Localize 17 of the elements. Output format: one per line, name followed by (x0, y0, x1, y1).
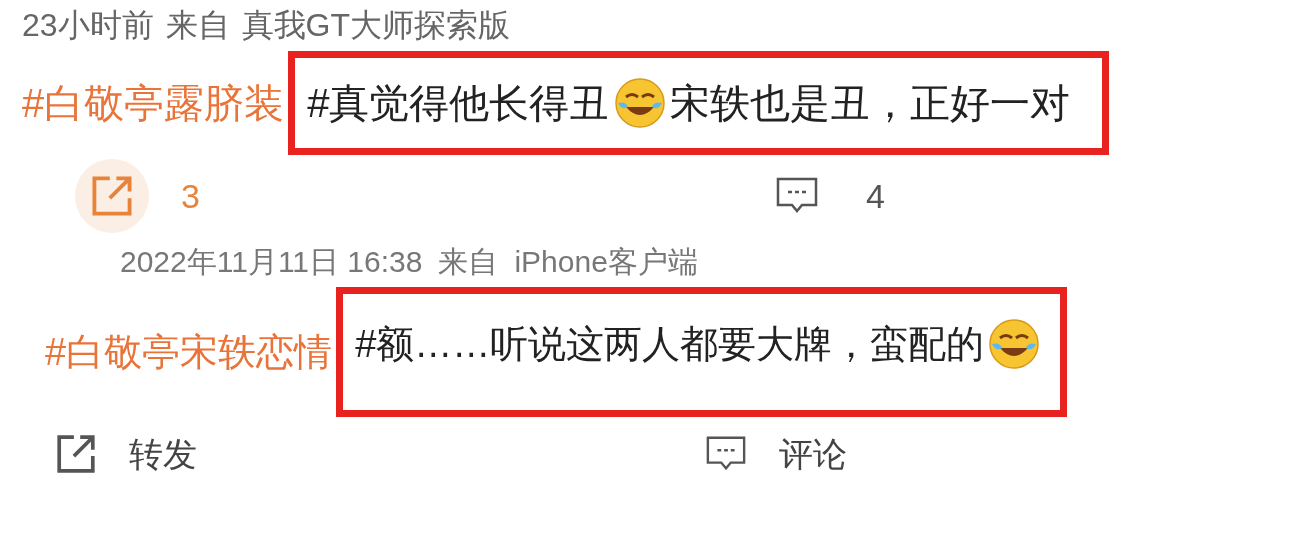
source-label: 来自 (438, 243, 499, 280)
action-button[interactable]: 转发 (55, 428, 705, 480)
comment-text: #真觉得他长得丑 (307, 80, 610, 127)
laughing-emoji-icon (988, 318, 1041, 370)
laughing-emoji-icon (613, 77, 666, 129)
device-name: 真我GT大师探索版 (241, 6, 511, 45)
source-label: 来自 (165, 6, 230, 45)
action-count: 4 (866, 175, 885, 217)
comment-text: #额……听说这两人都要大牌，蛮配的 (355, 321, 985, 367)
post-date: 2022年11月11日 16:38 (120, 243, 423, 280)
share-icon (90, 174, 134, 218)
post-time: 23小时前 (22, 6, 154, 45)
action-button[interactable]: 评论 (705, 428, 847, 480)
comment-text: 宋轶也是丑，正好一对 (669, 80, 1070, 127)
share-icon (55, 433, 97, 475)
device-name: iPhone客户端 (514, 243, 698, 280)
action-count: 3 (181, 175, 200, 217)
